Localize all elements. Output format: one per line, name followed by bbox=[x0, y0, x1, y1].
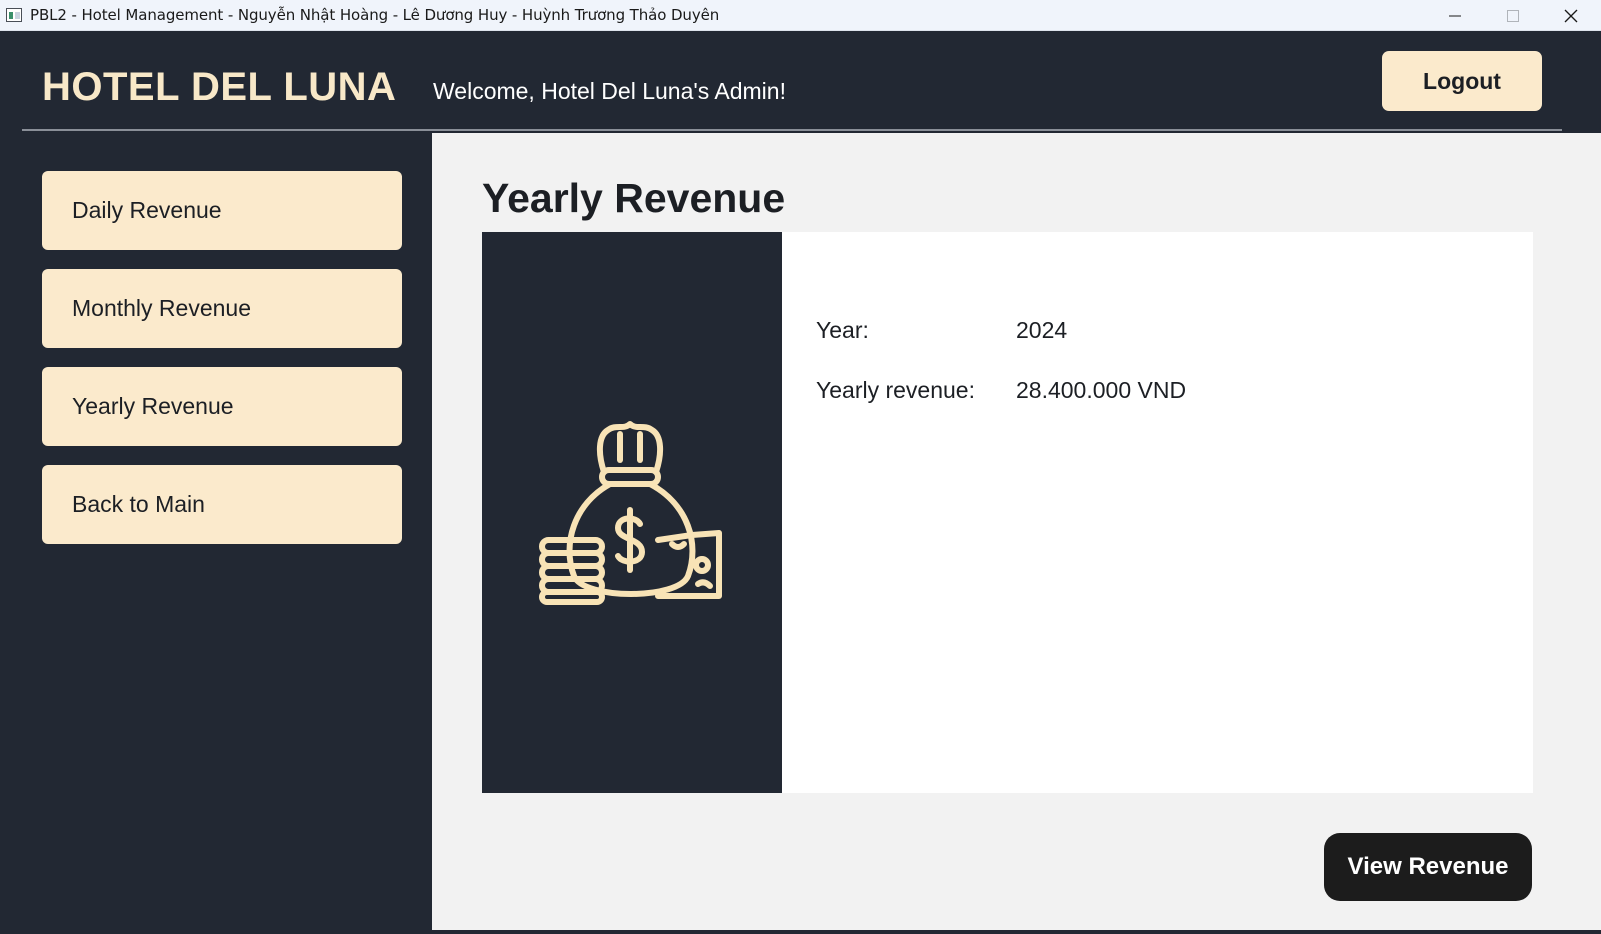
logout-button[interactable]: Logout bbox=[1382, 51, 1542, 111]
app-header: HOTEL DEL LUNA Welcome, Hotel Del Luna's… bbox=[22, 31, 1562, 131]
monthly-revenue-button[interactable]: Monthly Revenue bbox=[42, 269, 402, 348]
card-image-panel bbox=[482, 232, 782, 793]
back-to-main-button[interactable]: Back to Main bbox=[42, 465, 402, 544]
title-bar: PBL2 - Hotel Management - Nguyễn Nhật Ho… bbox=[0, 0, 1601, 31]
maximize-icon bbox=[1507, 9, 1519, 22]
maximize-button[interactable] bbox=[1484, 0, 1542, 31]
revenue-card: Year: 2024 Yearly revenue: 28.400.000 VN… bbox=[482, 232, 1533, 793]
year-value: 2024 bbox=[1016, 317, 1068, 343]
main-content: Yearly Revenue Year: 2024 Yearly revenue… bbox=[432, 133, 1601, 930]
yearly-revenue-button[interactable]: Yearly Revenue bbox=[42, 367, 402, 446]
view-revenue-button[interactable]: View Revenue bbox=[1324, 833, 1532, 901]
money-bag-icon bbox=[539, 421, 722, 605]
minimize-icon bbox=[1449, 15, 1461, 16]
yearly-revenue-label: Yearly revenue: bbox=[816, 377, 975, 403]
year-label: Year: bbox=[816, 317, 869, 343]
app-icon bbox=[6, 8, 22, 22]
page-title: Yearly Revenue bbox=[482, 175, 786, 221]
daily-revenue-button[interactable]: Daily Revenue bbox=[42, 171, 402, 250]
yearly-revenue-value: 28.400.000 VND bbox=[1016, 377, 1187, 403]
minimize-button[interactable] bbox=[1426, 0, 1484, 31]
window-title: PBL2 - Hotel Management - Nguyễn Nhật Ho… bbox=[30, 6, 720, 24]
brand-title: HOTEL DEL LUNA bbox=[42, 65, 397, 109]
close-icon bbox=[1564, 9, 1578, 22]
app-window: PBL2 - Hotel Management - Nguyễn Nhật Ho… bbox=[0, 0, 1601, 934]
welcome-text: Welcome, Hotel Del Luna's Admin! bbox=[433, 78, 786, 104]
close-button[interactable] bbox=[1542, 0, 1600, 31]
sidebar: Daily Revenue Monthly Revenue Yearly Rev… bbox=[0, 133, 432, 934]
